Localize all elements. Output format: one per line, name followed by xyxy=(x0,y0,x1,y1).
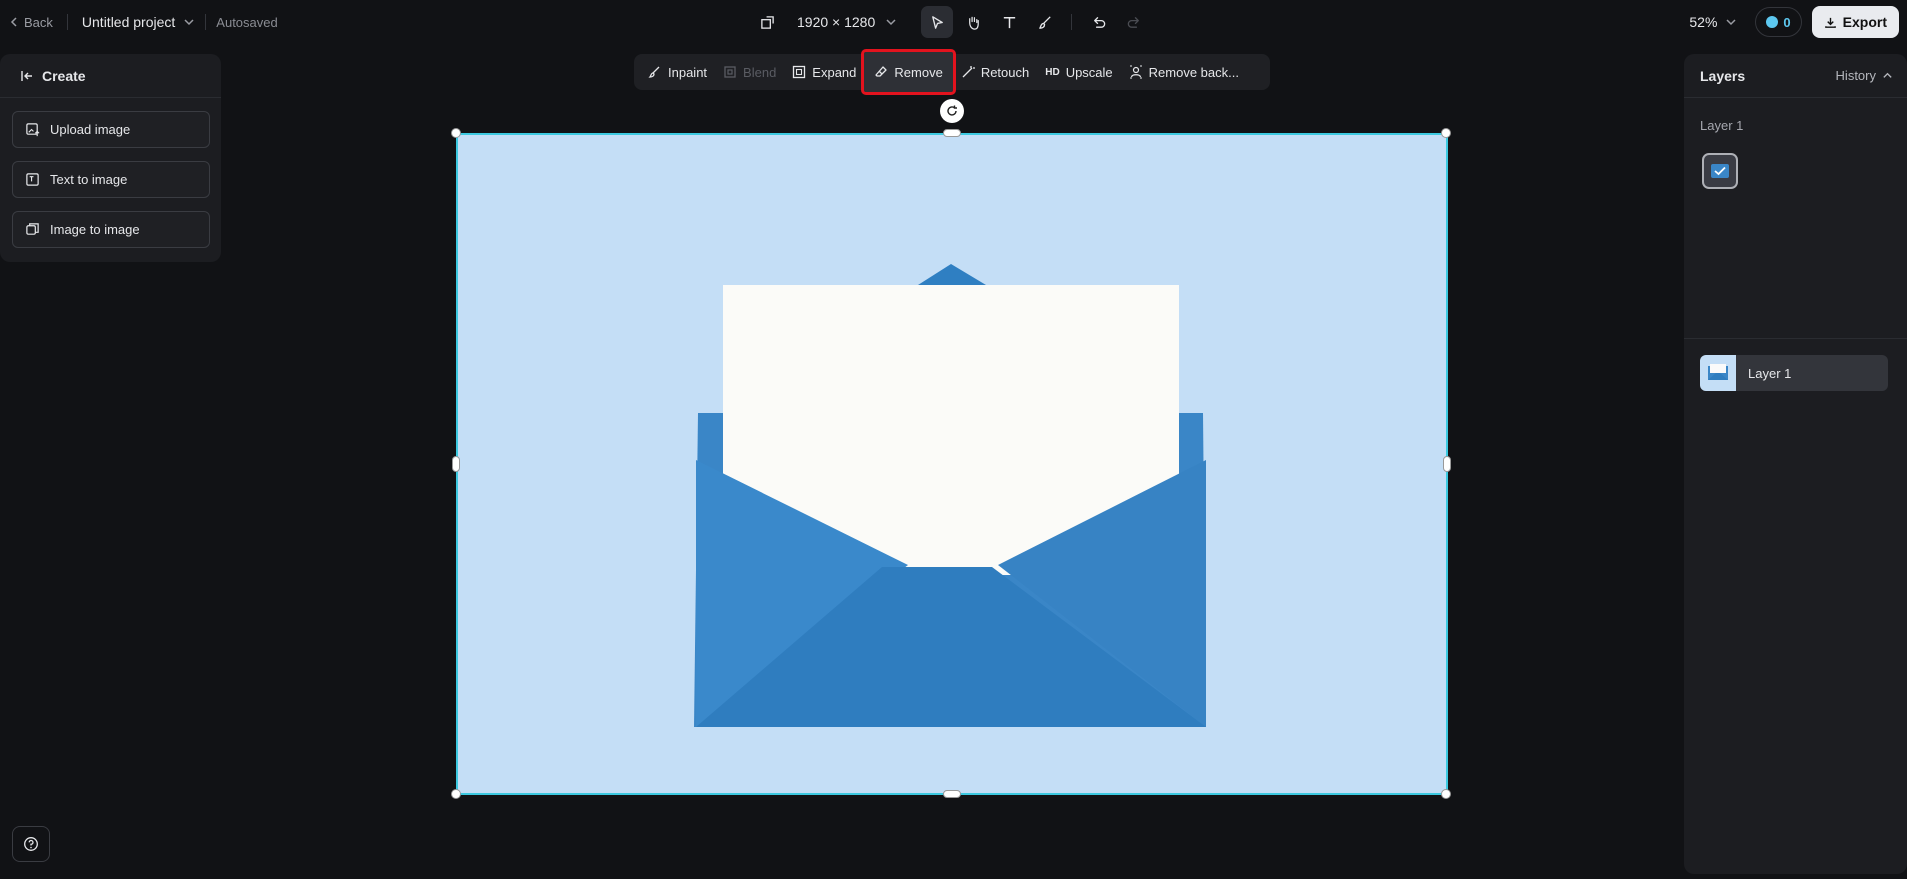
layer-section-label: Layer 1 xyxy=(1700,118,1744,133)
expand-icon xyxy=(793,65,806,79)
remove-label: Remove xyxy=(894,64,943,80)
resize-icon xyxy=(761,15,774,29)
resize-handle-bottom-right[interactable] xyxy=(1441,789,1451,799)
undo-icon xyxy=(1093,16,1105,28)
inpaint-button[interactable]: Inpaint xyxy=(640,54,715,90)
export-button[interactable]: Export xyxy=(1811,6,1899,38)
project-name: Untitled project xyxy=(81,14,176,30)
export-label: Export xyxy=(1842,14,1887,30)
tab-history[interactable]: History xyxy=(1836,68,1893,83)
autosaved-status: Autosaved xyxy=(216,14,278,30)
tab-layers[interactable]: Layers xyxy=(1700,68,1745,84)
image-to-image-button[interactable]: Image to image xyxy=(12,211,210,248)
layers-panel-header: Layers History xyxy=(1684,54,1907,98)
resize-handle-top[interactable] xyxy=(943,129,961,137)
expand-button[interactable]: Expand xyxy=(784,54,864,90)
divider xyxy=(1684,338,1907,339)
project-name-dropdown[interactable]: Untitled project xyxy=(82,14,195,30)
inpaint-label: Inpaint xyxy=(668,64,708,80)
resize-handle-top-right[interactable] xyxy=(1441,128,1451,138)
layer-item[interactable]: Layer 1 xyxy=(1700,355,1888,391)
text-to-image-label: Text to image xyxy=(50,172,128,187)
redo-icon xyxy=(1127,16,1139,28)
divider xyxy=(205,14,207,30)
upload-image-icon xyxy=(26,123,40,137)
resize-handle-top-left[interactable] xyxy=(451,128,461,138)
credits-count: 0 xyxy=(1783,14,1791,30)
retouch-icon xyxy=(962,66,975,78)
rotate-icon xyxy=(947,105,957,116)
image-check-icon xyxy=(1711,164,1729,178)
remove-background-button[interactable]: Remove back... xyxy=(1121,54,1247,90)
retouch-button[interactable]: Retouch xyxy=(953,54,1037,90)
canvas-image[interactable] xyxy=(456,133,1448,795)
select-tool[interactable] xyxy=(921,6,954,38)
hd-icon: HD xyxy=(1045,66,1060,78)
blend-button[interactable]: Blend xyxy=(715,54,784,90)
collapse-left-icon xyxy=(21,70,32,81)
redo-button[interactable] xyxy=(1118,6,1150,38)
layer-preview-thumbnail[interactable] xyxy=(1702,153,1738,189)
rotate-handle[interactable] xyxy=(940,99,964,123)
zoom-level: 52% xyxy=(1689,14,1718,30)
resize-handle-right[interactable] xyxy=(1443,456,1451,472)
layers-panel: Layers History Layer 1 Layer 1 xyxy=(1684,54,1907,874)
resize-handle-bottom-left[interactable] xyxy=(451,789,461,799)
chevron-down-icon xyxy=(184,19,194,26)
credit-icon xyxy=(1766,16,1779,28)
expand-label: Expand xyxy=(812,64,857,80)
history-label: History xyxy=(1835,68,1876,83)
create-panel-title: Create xyxy=(42,67,86,84)
image-to-image-label: Image to image xyxy=(50,222,140,237)
remove-background-icon xyxy=(1129,65,1142,79)
upload-image-button[interactable]: Upload image xyxy=(12,111,210,148)
hand-tool[interactable] xyxy=(957,6,989,38)
image-edit-toolbar: Inpaint Blend Expand Remove Retouch HD U… xyxy=(634,49,1270,95)
back-button[interactable]: Back xyxy=(8,15,53,30)
download-icon xyxy=(1824,17,1836,28)
top-bar: Back Untitled project Autosaved 1920 × 1… xyxy=(0,0,1907,44)
text-to-image-icon xyxy=(26,173,39,186)
zoom-dropdown[interactable]: 52% xyxy=(1689,14,1737,30)
create-panel: Create Upload image Text to image Image … xyxy=(0,54,221,262)
envelope-image xyxy=(458,135,1446,793)
cursor-icon xyxy=(931,15,943,29)
divider xyxy=(66,14,68,30)
canvas-size-dropdown[interactable]: 1920 × 1280 xyxy=(752,14,905,30)
blend-icon xyxy=(724,66,736,78)
layer-name: Layer 1 xyxy=(1748,365,1792,381)
credits-badge[interactable]: 0 xyxy=(1755,7,1802,37)
upscale-button[interactable]: HD Upscale xyxy=(1037,54,1120,90)
text-icon xyxy=(1003,16,1015,28)
upscale-label: Upscale xyxy=(1065,64,1113,80)
layer-thumbnail xyxy=(1700,355,1736,391)
image-to-image-icon xyxy=(26,223,39,235)
help-icon xyxy=(24,837,38,851)
retouch-label: Retouch xyxy=(980,64,1030,80)
help-button[interactable] xyxy=(12,826,50,862)
remove-button[interactable]: Remove xyxy=(861,49,956,95)
resize-handle-bottom[interactable] xyxy=(943,790,961,798)
resize-handle-left[interactable] xyxy=(452,456,460,472)
chevron-left-icon xyxy=(10,17,17,27)
chevron-down-icon xyxy=(886,19,896,26)
envelope-thumbnail xyxy=(1700,355,1736,391)
chevron-down-icon xyxy=(1726,19,1736,26)
divider xyxy=(1071,14,1073,30)
brush-icon xyxy=(1038,15,1051,29)
remove-background-label: Remove back... xyxy=(1148,64,1239,80)
canvas-size: 1920 × 1280 xyxy=(797,14,876,30)
hand-icon xyxy=(968,16,979,30)
blend-label: Blend xyxy=(743,64,777,80)
undo-button[interactable] xyxy=(1082,6,1114,38)
text-to-image-button[interactable]: Text to image xyxy=(12,161,210,198)
chevron-up-icon xyxy=(1883,72,1892,78)
create-panel-header[interactable]: Create xyxy=(0,54,221,98)
eraser-icon xyxy=(875,66,888,77)
upload-image-label: Upload image xyxy=(50,122,131,137)
brush-tool[interactable] xyxy=(1029,6,1061,38)
text-tool[interactable] xyxy=(993,6,1025,38)
back-label: Back xyxy=(24,14,53,30)
inpaint-icon xyxy=(648,66,660,78)
